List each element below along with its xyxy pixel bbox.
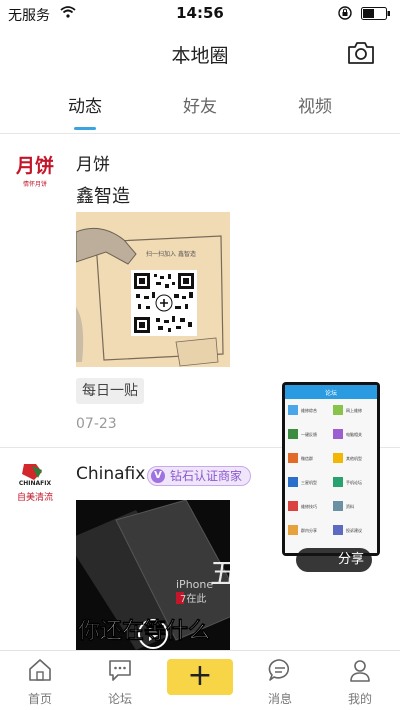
post-text: 鑫智造: [76, 186, 130, 207]
preview-item: 手机论坛: [346, 479, 362, 485]
plus-icon: +: [187, 658, 213, 693]
preview-image: 论坛 维修综合 网上维修 一键反馈 电脑相关 微信群 其他机型 三星机型 手机论…: [285, 385, 377, 553]
nav-messages[interactable]: 消息: [240, 651, 320, 710]
video-frame: iPhone 7在此 你还在等什么: [76, 500, 230, 650]
preview-item: 其他机型: [346, 455, 362, 461]
battery-icon: [361, 7, 390, 20]
verified-icon: V: [151, 469, 165, 483]
home-icon: [29, 659, 51, 681]
tab-dynamic[interactable]: 动态: [45, 92, 125, 117]
camera-icon[interactable]: [346, 40, 376, 66]
preview-item: 资料: [346, 503, 354, 509]
profile-icon: [350, 660, 370, 682]
verified-merchant-badge: V 钻石认证商家: [147, 466, 252, 486]
nav-forum-label: 论坛: [107, 692, 132, 706]
divider: [0, 133, 400, 134]
screenshot-preview[interactable]: 论坛 维修综合 网上维修 一键反馈 电脑相关 微信群 其他机型 三星机型 手机论…: [282, 382, 380, 556]
nav-messages-label: 消息: [267, 692, 292, 706]
tab-video[interactable]: 视频: [275, 92, 355, 117]
post-tag[interactable]: 每日一贴: [76, 378, 144, 404]
post-image[interactable]: 扫一扫加入 鑫智造: [76, 212, 230, 367]
preview-title: 论坛: [325, 389, 337, 397]
user-avatar[interactable]: 月饼 情怀月饼: [10, 150, 60, 200]
badge-label: 钻石认证商家: [170, 469, 243, 483]
nav-forum[interactable]: 论坛: [80, 651, 160, 710]
post-date: 07-23: [76, 416, 117, 432]
video-text-iphone: iPhone: [176, 578, 213, 591]
post-video-thumbnail[interactable]: iPhone 7在此 你还在等什么: [76, 500, 230, 650]
forum-icon: [109, 660, 131, 681]
active-tab-indicator: [74, 127, 96, 130]
avatar-slogan: 情怀月饼: [23, 180, 47, 188]
post-username[interactable]: Chinafix: [76, 464, 145, 484]
user-avatar[interactable]: CHINAFIX 自美清流: [10, 460, 60, 510]
watermark-text: 五女机: [210, 557, 301, 590]
nav-home[interactable]: 首页: [0, 651, 80, 710]
nav-home-label: 首页: [27, 692, 52, 706]
preview-item: 微信群: [301, 455, 313, 461]
page-title: 本地圈: [171, 45, 229, 67]
preview-item: 三星机型: [301, 479, 317, 485]
share-button[interactable]: 分享: [296, 548, 372, 572]
video-caption: 你还在等什么: [77, 618, 210, 644]
preview-item: 网上维修: [346, 407, 362, 413]
rotation-lock-icon: [338, 6, 352, 20]
preview-item: 一键反馈: [301, 431, 317, 437]
avatar-slogan: 自美清流: [17, 491, 53, 503]
nav-profile[interactable]: 我的: [320, 651, 400, 710]
qr-card-image: 扫一扫加入 鑫智造: [76, 212, 230, 367]
status-bar: 无服务 14:56: [0, 0, 400, 26]
qr-caption: 扫一扫加入 鑫智造: [146, 250, 196, 258]
nav-profile-label: 我的: [347, 692, 372, 706]
preview-item: 维修综合: [301, 407, 317, 413]
bottom-nav: 首页 论坛 + 消息 我的: [0, 650, 400, 710]
message-icon: [268, 659, 290, 681]
preview-item: 维修技巧: [301, 503, 317, 509]
avatar-text: 月饼: [15, 154, 54, 177]
preview-item: 群内分享: [301, 527, 317, 533]
create-post-button[interactable]: +: [167, 659, 233, 695]
preview-item: 电脑相关: [346, 431, 362, 437]
video-text-model: 7在此: [180, 592, 206, 605]
feed-tabs: 动态 好友 视频: [0, 92, 400, 132]
preview-item: 投诉建议: [346, 527, 362, 533]
tab-friends[interactable]: 好友: [160, 92, 240, 117]
post-username[interactable]: 月饼: [76, 150, 110, 175]
avatar-brand: CHINAFIX: [19, 480, 52, 487]
